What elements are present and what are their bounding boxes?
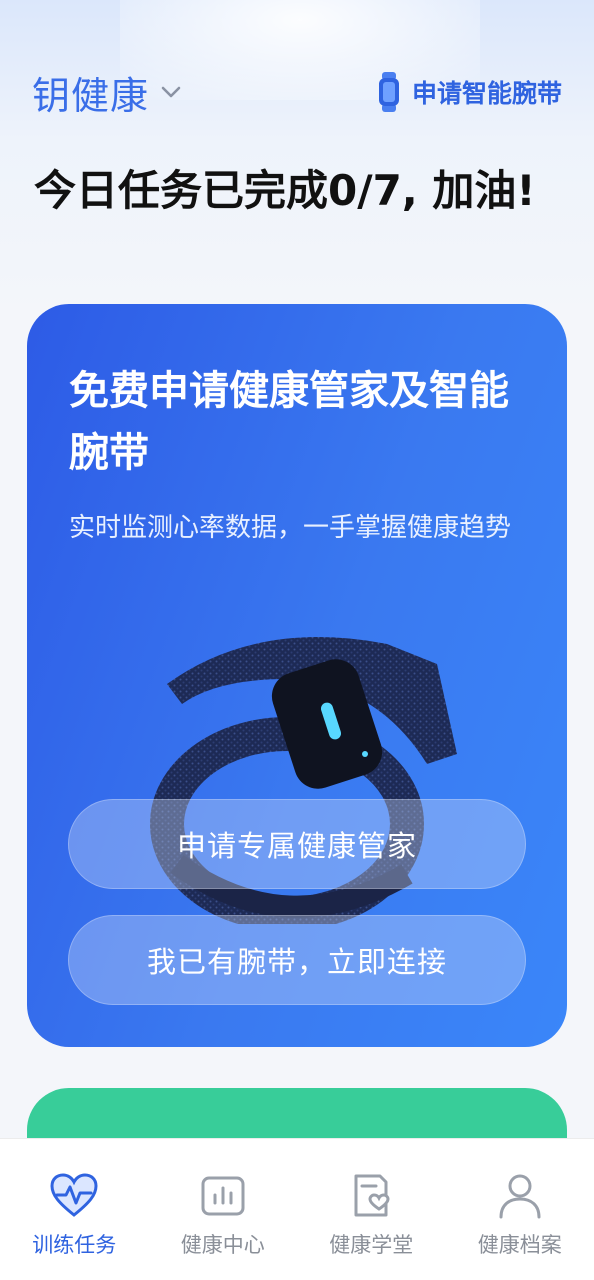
promo-card: 免费申请健康管家及智能腕带 实时监测心率数据，一手掌握健康趋势 申请专属健康管家 [27, 304, 567, 1047]
header: 钥健康 申请智能腕带 [32, 62, 562, 122]
heart-pulse-icon [50, 1173, 98, 1217]
tab-health-center[interactable]: 健康中心 [149, 1171, 297, 1259]
bottom-tab-bar: 训练任务 健康中心 健康学堂 健康档案 [0, 1138, 594, 1280]
chevron-down-icon [161, 86, 181, 98]
app-screen: 钥健康 申请智能腕带 今日任务已完成0/7, 加油! 免费申请健康管家及智能腕带… [0, 0, 594, 1280]
person-icon [499, 1174, 541, 1219]
tab-label: 健康档案 [477, 1233, 562, 1257]
tab-health-school[interactable]: 健康学堂 [297, 1171, 445, 1259]
tab-label: 训练任务 [32, 1233, 117, 1257]
promo-title: 免费申请健康管家及智能腕带 [69, 368, 509, 476]
brand-name: 钥健康 [32, 73, 150, 118]
brand-selector[interactable]: 钥健康 [32, 65, 183, 120]
tab-label: 健康学堂 [329, 1233, 414, 1257]
tab-health-profile[interactable]: 健康档案 [446, 1171, 594, 1259]
tab-label: 健康中心 [180, 1233, 265, 1257]
apply-wristband-link[interactable]: 申请智能腕带 [378, 72, 562, 112]
tab-training-tasks[interactable]: 训练任务 [0, 1171, 148, 1259]
watch-icon [378, 72, 399, 112]
promo-subtitle: 实时监测心率数据，一手掌握健康趋势 [69, 513, 512, 543]
task-progress-title: 今日任务已完成0/7, 加油! [34, 166, 536, 215]
chart-icon [201, 1176, 245, 1216]
apply-health-manager-button[interactable]: 申请专属健康管家 [68, 799, 526, 889]
apply-wristband-label: 申请智能腕带 [411, 79, 562, 108]
document-heart-icon [354, 1174, 390, 1217]
connect-wristband-button[interactable]: 我已有腕带，立即连接 [68, 915, 526, 1005]
